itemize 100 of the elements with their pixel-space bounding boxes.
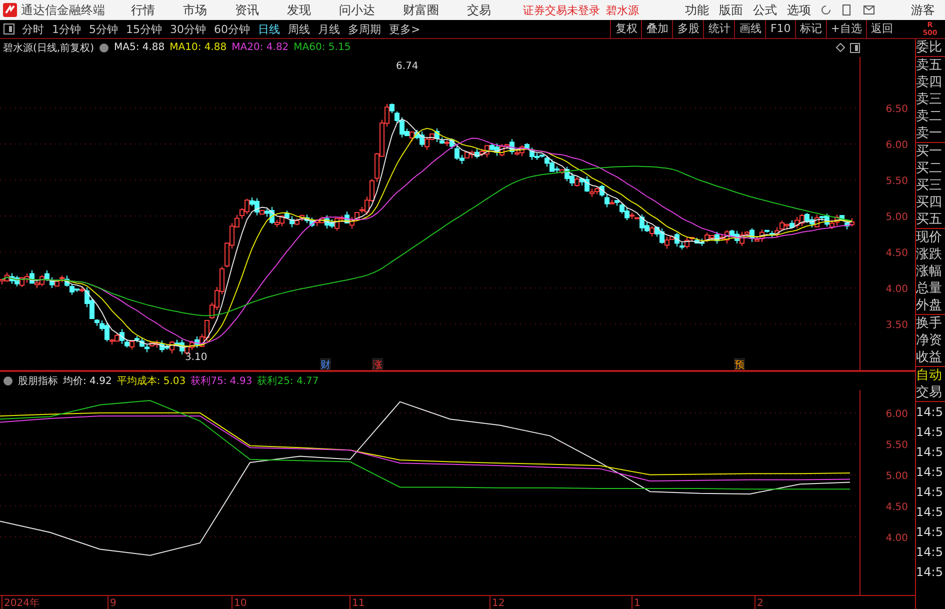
quote-field-label: 收益: [916, 349, 943, 366]
event-marker[interactable]: 财: [320, 358, 331, 370]
toolbar-button[interactable]: +自选: [826, 20, 866, 38]
quote-field-label: 委比: [916, 39, 943, 56]
menu-item[interactable]: 市场: [183, 2, 207, 18]
axis-label: 3.50: [886, 320, 908, 331]
event-marker[interactable]: 涨: [372, 358, 383, 370]
legend-item: MA60: 5.15: [294, 42, 351, 54]
axis-label: 10: [234, 598, 247, 609]
period-tab[interactable]: 15分钟: [126, 22, 162, 36]
axis-label: 2024年: [4, 598, 40, 609]
diamond-icon[interactable]: [836, 43, 845, 52]
mode-tab[interactable]: 自动: [916, 367, 945, 384]
legend-item: 获利75: 4.93: [190, 374, 252, 388]
quote-field-label: 卖五: [916, 57, 943, 74]
quote-field-label: 涨幅: [916, 263, 943, 280]
axis-label: 6.50: [886, 104, 908, 115]
quote-field-label: 买五: [916, 211, 943, 228]
quote-field-label: 买三: [916, 177, 943, 194]
menu-item[interactable]: 功能: [685, 2, 709, 18]
app-logo-icon: [3, 3, 17, 17]
axis-label: 5.50: [886, 440, 908, 452]
quote-field-label: 卖二: [916, 108, 943, 125]
low-price-label: 3.10: [185, 352, 208, 363]
mode-tab[interactable]: 交易: [916, 384, 945, 401]
menu-item[interactable]: 资讯: [235, 2, 259, 18]
menu-item[interactable]: 选项: [787, 2, 811, 18]
quote-field-label: 卖三: [916, 91, 943, 108]
axis-label: 5.00: [886, 471, 908, 482]
mail-icon[interactable]: [863, 5, 875, 15]
menu-item[interactable]: 发现: [287, 2, 311, 18]
axis-label: 9: [110, 598, 116, 609]
period-tab[interactable]: 分时: [22, 22, 44, 36]
period-tab[interactable]: 月线: [318, 22, 340, 36]
legend-item: MA20: 4.82: [232, 42, 289, 54]
axis-label: 11: [352, 598, 365, 609]
period-tab[interactable]: 1分钟: [52, 22, 81, 36]
quote-field-label: 卖一: [916, 125, 943, 142]
event-marker[interactable]: 预: [734, 358, 745, 370]
indicator-title: 股朋指标: [18, 374, 58, 388]
toolbar-button[interactable]: 返回: [866, 20, 897, 38]
period-tab[interactable]: 周线: [288, 22, 310, 36]
legend-item: 均价: 4.92: [63, 375, 112, 388]
panel-toggle-icon[interactable]: [3, 23, 15, 35]
legend-item: 平均成本: 5.03: [116, 374, 186, 388]
menu-item[interactable]: 财富圈: [403, 2, 439, 18]
quote-field-label: 买一: [916, 143, 943, 160]
period-tab[interactable]: 多周期: [348, 22, 381, 36]
app-title: 通达信金融终端: [21, 2, 105, 18]
login-status: 证券交易未登录: [523, 2, 600, 18]
menu-item[interactable]: 版面: [719, 2, 743, 18]
toolbar-button[interactable]: 多股: [672, 20, 704, 38]
period-tab[interactable]: 5分钟: [89, 22, 118, 36]
quote-field-label: 外盘: [916, 297, 943, 314]
toolbar-button[interactable]: 叠加: [641, 20, 672, 38]
quote-field-label: 涨跌: [916, 246, 943, 263]
axis-label: 4.00: [886, 284, 908, 295]
axis-label: 5.00: [886, 212, 908, 223]
axis-label: 6.00: [886, 409, 908, 420]
axis-label: 1: [634, 598, 640, 609]
toolbar-button[interactable]: 标记: [794, 20, 826, 38]
menu-item[interactable]: 问小达: [339, 2, 375, 18]
quote-field-label: 换手: [916, 315, 943, 332]
high-price-label: 6.74: [396, 60, 418, 72]
axis-label: 2: [757, 598, 764, 609]
user-label[interactable]: 游客: [911, 2, 935, 18]
axis-label: 4.00: [886, 533, 908, 544]
quote-field-label: 买四: [916, 194, 943, 211]
axis-label: 5.50: [886, 176, 908, 187]
period-tab[interactable]: 60分钟: [214, 22, 250, 36]
trade-time: 14:5: [916, 564, 944, 581]
toolbar-button[interactable]: 统计: [703, 20, 734, 38]
trade-time: 14:5: [916, 464, 944, 481]
chart-title: 碧水源(日线,前复权): [3, 42, 94, 55]
menu-item[interactable]: 行情: [131, 2, 155, 18]
quote-field-label: 卖四: [916, 74, 943, 91]
axis-label: 6.00: [886, 140, 908, 151]
refresh-icon[interactable]: [821, 4, 832, 16]
trade-time: 14:5: [916, 504, 944, 521]
trade-time: 14:5: [916, 424, 944, 441]
legend-item: 获利25: 4.77: [257, 374, 319, 388]
trade-time: 14:5: [916, 524, 944, 541]
toolbar-button[interactable]: 复权: [610, 20, 642, 38]
toolbar-button[interactable]: F10: [765, 20, 795, 38]
legend-item: MA10: 4.88: [170, 42, 227, 54]
menu-item[interactable]: 交易: [467, 2, 491, 18]
period-tab[interactable]: 日线: [258, 22, 280, 36]
period-tab[interactable]: 30分钟: [170, 22, 206, 36]
stock-link[interactable]: 碧水源: [606, 2, 639, 18]
axis-label: 4.50: [886, 502, 908, 514]
legend-item: MA5: 4.88: [114, 42, 165, 54]
trade-time: 14:5: [916, 404, 944, 421]
axis-label: 4.50: [886, 248, 908, 259]
quote-field-label: 现价: [916, 229, 943, 246]
toolbar-button[interactable]: 画线: [734, 20, 766, 38]
trade-time: 14:5: [916, 484, 944, 501]
period-tab[interactable]: 更多>: [389, 22, 420, 36]
axis-label: 12: [492, 598, 505, 609]
panel-toggle-icon[interactable]: [850, 42, 860, 53]
menu-item[interactable]: 公式: [753, 2, 777, 18]
